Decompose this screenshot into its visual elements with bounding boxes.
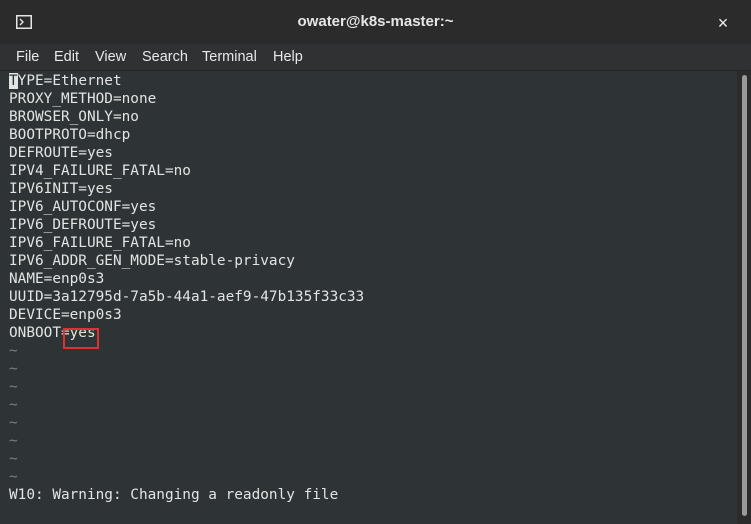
empty-line-tilde: ~ — [9, 397, 18, 413]
terminal-line: DEFROUTE=yes — [9, 145, 113, 161]
terminal-line: TYPE=Ethernet — [9, 72, 122, 90]
terminal-content[interactable]: TYPE=Ethernet PROXY_METHOD=none BROWSER_… — [0, 71, 737, 524]
annotation-highlight-box — [63, 328, 99, 349]
text-cursor: T — [9, 73, 18, 89]
status-line: W10: Warning: Changing a readonly file — [9, 487, 339, 503]
terminal-line-text: YPE=Ethernet — [17, 73, 122, 89]
terminal-line: PROXY_METHOD=none — [9, 91, 157, 107]
empty-line-tilde: ~ — [9, 469, 18, 485]
empty-line-tilde: ~ — [9, 343, 18, 359]
menu-help[interactable]: Help — [273, 44, 303, 70]
scrollbar-thumb[interactable] — [742, 75, 747, 516]
scrollbar[interactable] — [737, 71, 751, 524]
empty-line-tilde: ~ — [9, 415, 18, 431]
window-title: owater@k8s-master:~ — [297, 13, 454, 30]
menu-file[interactable]: File — [16, 44, 39, 70]
terminal-window: owater@k8s-master:~ × File Edit View Sea… — [0, 0, 751, 524]
terminal-line: IPV6_AUTOCONF=yes — [9, 199, 157, 215]
menubar: File Edit View Search Terminal Help — [0, 44, 751, 71]
empty-line-tilde: ~ — [9, 361, 18, 377]
terminal-line: IPV6_ADDR_GEN_MODE=stable-privacy — [9, 253, 295, 269]
terminal-line: BROWSER_ONLY=no — [9, 109, 139, 125]
terminal-line: IPV6_DEFROUTE=yes — [9, 217, 157, 233]
empty-line-tilde: ~ — [9, 451, 18, 467]
menu-terminal[interactable]: Terminal — [202, 44, 257, 70]
empty-line-tilde: ~ — [9, 433, 18, 449]
terminal-line: BOOTPROTO=dhcp — [9, 127, 131, 143]
menu-view[interactable]: View — [95, 44, 126, 70]
terminal-line: NAME=enp0s3 — [9, 271, 105, 287]
menu-search[interactable]: Search — [142, 44, 188, 70]
close-button[interactable]: × — [712, 12, 734, 34]
menu-edit[interactable]: Edit — [54, 44, 79, 70]
titlebar: owater@k8s-master:~ × — [0, 0, 751, 45]
terminal-line: UUID=3a12795d-7a5b-44a1-aef9-47b135f33c3… — [9, 289, 365, 305]
empty-line-tilde: ~ — [9, 379, 18, 395]
terminal-line: IPV6_FAILURE_FATAL=no — [9, 235, 191, 251]
terminal-line: IPV4_FAILURE_FATAL=no — [9, 163, 191, 179]
terminal-line: IPV6INIT=yes — [9, 181, 113, 197]
terminal-line: DEVICE=enp0s3 — [9, 307, 122, 323]
